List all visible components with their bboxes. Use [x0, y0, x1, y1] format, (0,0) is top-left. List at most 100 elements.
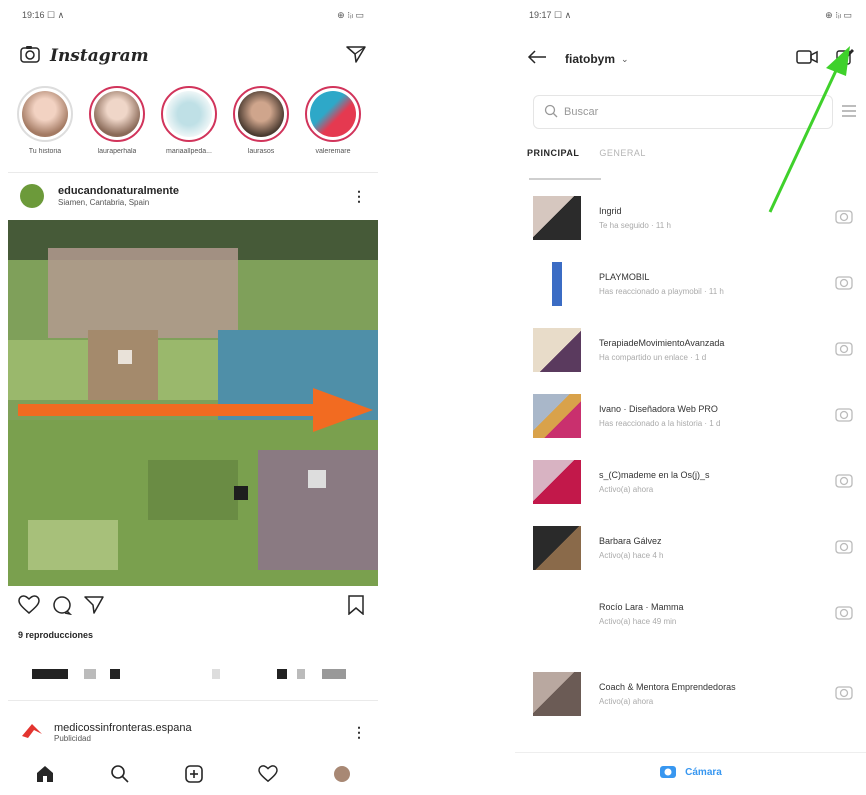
redacted-block: [32, 669, 68, 679]
chevron-down-icon[interactable]: ⌄: [621, 54, 629, 65]
avatar: [166, 91, 212, 137]
ad-meta: medicossinfronteras.espana Publicidad: [54, 722, 192, 743]
bookmark-icon[interactable]: [348, 594, 364, 620]
post-username[interactable]: educandonaturalmente: [58, 185, 179, 197]
camera-icon: [659, 763, 677, 782]
chat-name: PLAYMOBIL: [599, 272, 650, 282]
chat-name: Ivano · Diseñadora Web PRO: [599, 404, 718, 414]
image-region: [308, 470, 326, 488]
new-post-icon[interactable]: [184, 764, 204, 789]
like-icon[interactable]: [18, 594, 40, 620]
camera-button[interactable]: Cámara: [515, 752, 866, 792]
comment-icon[interactable]: [52, 595, 73, 620]
more-options-icon[interactable]: ⋮: [352, 188, 366, 205]
orange-arrow-annotation: [18, 388, 373, 432]
story-item[interactable]: laurasos: [232, 86, 290, 166]
story-ring: [161, 86, 217, 142]
instagram-logo: Instagram: [50, 46, 149, 66]
chat-row[interactable]: Rocío Lara · Mamma Activo(a) hace 49 min: [515, 584, 866, 644]
brand-logo-icon[interactable]: [20, 720, 44, 745]
camera-icon[interactable]: [835, 538, 853, 559]
avatar: [533, 592, 581, 636]
camera-icon[interactable]: [835, 472, 853, 493]
divider: [8, 700, 378, 701]
status-bar: 19:17 ☐ ∧ ⊕ ⁝ᵢₗ ▭: [515, 0, 866, 30]
avatar: [533, 394, 581, 438]
chat-preview: Has reaccionado a playmobil · 11 h: [599, 287, 724, 296]
story-ring: [17, 86, 73, 142]
redacted-caption: [32, 669, 358, 679]
search-placeholder: Buscar: [564, 106, 599, 118]
story-item[interactable]: Tu historia: [16, 86, 74, 166]
story-ring: [305, 86, 361, 142]
chat-name: Barbara Gálvez: [599, 536, 662, 546]
story-name: valeremare: [315, 148, 351, 155]
chat-preview: Activo(a) ahora: [599, 485, 654, 494]
account-username[interactable]: fiatobym: [565, 52, 615, 66]
status-bar: 19:16 ☐ ∧ ⊕ ⁝ᵢₗ ▭: [8, 0, 378, 30]
tab-general[interactable]: GENERAL: [599, 148, 646, 158]
story-item[interactable]: mariaallpeda...: [160, 86, 218, 166]
post-location[interactable]: Siamen, Cantabria, Spain: [58, 198, 179, 207]
home-icon[interactable]: [35, 764, 55, 789]
chat-preview: Activo(a) hace 49 min: [599, 617, 677, 626]
redacted-block: [110, 669, 120, 679]
camera-icon[interactable]: [20, 45, 40, 68]
app-header: Instagram: [8, 38, 378, 74]
chat-row[interactable]: PLAYMOBIL Has reaccionado a playmobil · …: [515, 254, 866, 314]
view-count[interactable]: 9 reproducciones: [18, 630, 93, 640]
more-options-icon[interactable]: ⋮: [352, 724, 366, 741]
avatar: [533, 262, 581, 306]
ad-username[interactable]: medicossinfronteras.espana: [54, 722, 192, 734]
avatar: [533, 460, 581, 504]
avatar: [238, 91, 284, 137]
camera-icon[interactable]: [835, 406, 853, 427]
story-ring: [89, 86, 145, 142]
post-image[interactable]: [8, 220, 378, 586]
redacted-block: [297, 669, 305, 679]
chat-preview: Has reaccionado a la historia · 1 d: [599, 419, 721, 428]
story-item[interactable]: valeremare: [304, 86, 362, 166]
story-name: mariaallpeda...: [166, 148, 212, 155]
profile-avatar-icon[interactable]: [333, 765, 351, 788]
camera-icon[interactable]: [835, 684, 853, 705]
chat-preview: Te ha seguido · 11 h: [599, 221, 671, 230]
story-ring: [233, 86, 289, 142]
chat-name: Rocío Lara · Mamma: [599, 602, 684, 612]
back-arrow-icon[interactable]: [527, 49, 547, 70]
share-icon[interactable]: [84, 595, 104, 620]
camera-icon[interactable]: [835, 340, 853, 361]
avatar: [310, 91, 356, 137]
image-region: [118, 350, 132, 364]
chat-row[interactable]: s_(C)mademe en la Os(j)_s Activo(a) ahor…: [515, 452, 866, 512]
status-icons: ⊕ ⁝ᵢₗ ▭: [337, 9, 364, 20]
chat-name: Ingrid: [599, 206, 622, 216]
redacted-block: [322, 669, 346, 679]
chat-row[interactable]: Ivano · Diseñadora Web PRO Has reacciona…: [515, 386, 866, 446]
story-name: laurasos: [247, 148, 275, 155]
direct-message-icon[interactable]: [346, 44, 366, 69]
chat-name: TerapiadeMovimientoAvanzada: [599, 338, 725, 348]
search-icon: [544, 104, 558, 121]
avatar[interactable]: [20, 184, 44, 208]
chat-row[interactable]: Coach & Mentora Emprendedoras Activo(a) …: [515, 664, 866, 724]
post-meta: educandonaturalmente Siamen, Cantabria, …: [58, 185, 179, 207]
chat-row[interactable]: Barbara Gálvez Activo(a) hace 4 h: [515, 518, 866, 578]
search-icon[interactable]: [110, 764, 130, 789]
story-item[interactable]: lauraperhala: [88, 86, 146, 166]
chat-row[interactable]: TerapiadeMovimientoAvanzada Ha compartid…: [515, 320, 866, 380]
avatar: [22, 91, 68, 137]
green-arrow-annotation: [768, 46, 850, 213]
stories-tray: Tu historia lauraperhala mariaallpeda...…: [16, 86, 378, 166]
activity-heart-icon[interactable]: [258, 765, 279, 788]
status-icons: ⊕ ⁝ᵢₗ ▭: [825, 9, 852, 20]
active-tab-indicator: [529, 178, 601, 180]
camera-icon[interactable]: [835, 274, 853, 295]
dm-tabs: PRINCIPAL GENERAL: [527, 148, 646, 158]
image-region: [48, 248, 238, 338]
camera-icon[interactable]: [835, 604, 853, 625]
avatar: [533, 672, 581, 716]
chat-name: s_(C)mademe en la Os(j)_s: [599, 470, 710, 480]
divider: [8, 172, 378, 173]
tab-principal[interactable]: PRINCIPAL: [527, 148, 579, 158]
